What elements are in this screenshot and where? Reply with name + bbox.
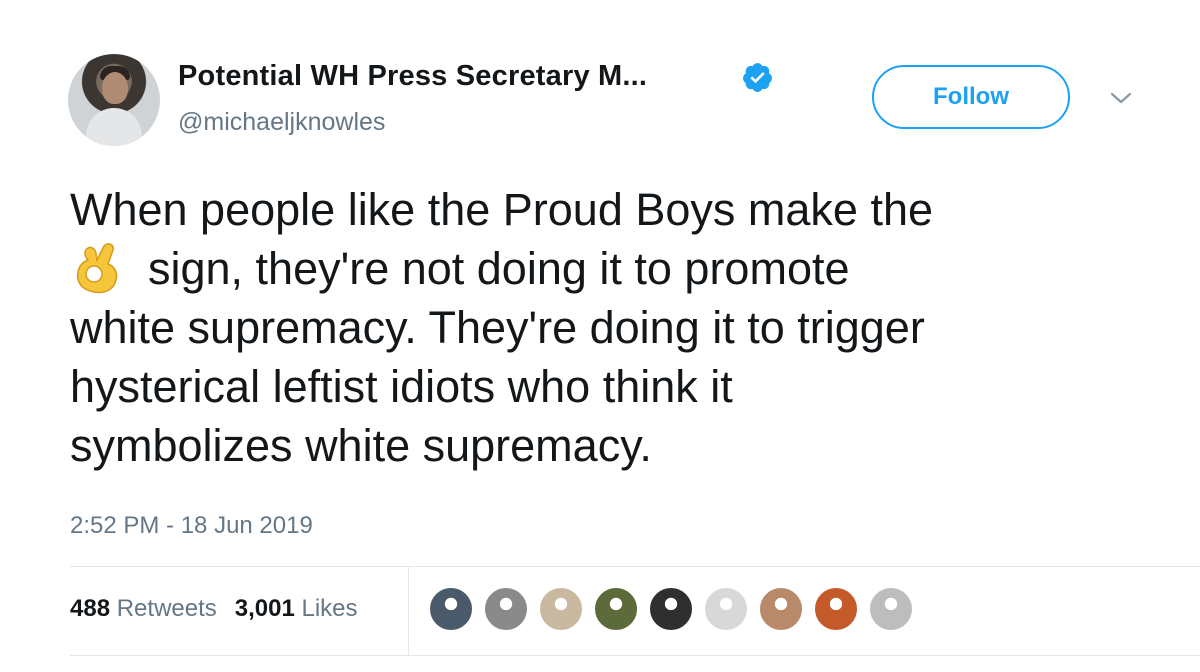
- tweet-line-text: sign, they're not doing it to promote: [148, 243, 850, 294]
- liker-avatar-6[interactable]: [703, 586, 749, 632]
- author-avatar[interactable]: [68, 54, 160, 146]
- avatar-shirt: [86, 108, 142, 146]
- stats-separator: [408, 567, 409, 655]
- tweet-timestamp[interactable]: 2:52 PM - 18 Jun 2019: [70, 512, 313, 540]
- author-display-name[interactable]: Potential WH Press Secretary M...: [178, 60, 647, 93]
- liker-avatar-3[interactable]: [538, 586, 584, 632]
- likes-stat[interactable]: 3,001 Likes: [235, 595, 358, 622]
- tweet-line: white supremacy. They're doing it to tri…: [70, 302, 925, 353]
- divider: [70, 566, 1200, 567]
- retweets-label: Retweets: [116, 595, 217, 622]
- ok-hand-icon: [76, 243, 118, 294]
- tweet-line: symbolizes white supremacy.: [70, 420, 652, 471]
- verified-badge-icon: [743, 63, 772, 92]
- avatar-face: [102, 72, 128, 104]
- liker-avatar-1[interactable]: [428, 586, 474, 632]
- tweet-line: When people like the Proud Boys make the: [70, 184, 933, 235]
- liker-avatar-4[interactable]: [593, 586, 639, 632]
- retweets-count: 488: [70, 595, 111, 622]
- liker-avatar-5[interactable]: [648, 586, 694, 632]
- likes-label: Likes: [301, 595, 358, 622]
- likes-count: 3,001: [234, 595, 295, 622]
- divider: [70, 655, 1200, 656]
- engagement-stats: 488 Retweets 3,001 Likes: [70, 595, 358, 623]
- liker-avatar-9[interactable]: [868, 586, 914, 632]
- liker-avatar-2[interactable]: [483, 586, 529, 632]
- tweet-line-with-emoji: sign, they're not doing it to promote: [70, 239, 1150, 298]
- liker-avatar-8[interactable]: [813, 586, 859, 632]
- tweet-line: hysterical leftist idiots who think it: [70, 361, 733, 412]
- author-handle[interactable]: @michaeljknowles: [178, 108, 385, 137]
- follow-button[interactable]: Follow: [872, 65, 1070, 129]
- liker-avatar-7[interactable]: [758, 586, 804, 632]
- tweet-text: When people like the Proud Boys make the…: [70, 180, 1150, 475]
- retweets-stat[interactable]: 488 Retweets: [70, 595, 217, 622]
- chevron-down-icon[interactable]: [1108, 88, 1134, 108]
